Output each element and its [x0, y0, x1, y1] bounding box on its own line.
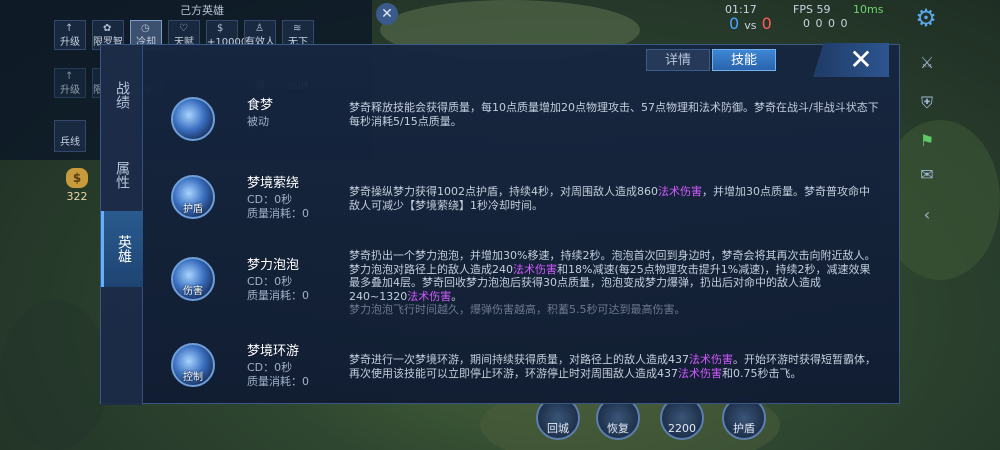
blue-score: 0: [729, 14, 740, 33]
heart-icon: ♡: [179, 23, 188, 34]
chevron-left-icon[interactable]: ‹: [916, 204, 938, 226]
skill-description: 梦奇操纵梦力获得1002点护盾，持续4秒，对周围敌人造成860法术伤害，并增加3…: [349, 185, 870, 212]
arrow-up-icon: ↑: [65, 71, 74, 82]
skill-meta: 梦境环游 CD：0秒 质量消耗：0: [247, 343, 347, 389]
person-icon: ♙: [255, 23, 264, 34]
tab-details[interactable]: 详情: [646, 49, 710, 71]
tab-attributes[interactable]: 属性: [101, 145, 143, 205]
hero-stats-title: 己方英雄: [180, 4, 224, 17]
red-score: 0: [761, 14, 772, 33]
skill-description: 梦奇进行一次梦境环游，期间持续获得质量，对路径上的敌人造成437法术伤害。开始环…: [349, 353, 876, 380]
ping-display: 10ms: [853, 3, 884, 16]
match-status-bar: 01:17 FPS 59 10ms 0 vs 0 0 0 0 0: [725, 0, 925, 34]
close-panel-button[interactable]: ✕: [813, 43, 889, 77]
magic-damage-highlight: 法术伤害: [689, 353, 733, 366]
skill-name: 食梦: [247, 98, 274, 113]
skill-type: 被动: [247, 115, 269, 128]
minion-wave-button[interactable]: 兵线: [54, 120, 86, 152]
skill-tag: 护盾: [183, 204, 203, 215]
skill-name: 梦境萦绕: [247, 176, 300, 191]
skill-name: 梦境环游: [247, 344, 300, 359]
magic-damage-highlight: 法术伤害: [658, 185, 702, 198]
hero-detail-panel: 战绩 属性 英雄 详情 技能 ✕ 食梦 被动 梦奇释放技能会获得质量，每10点质…: [100, 43, 900, 405]
hud-tab-upgrade[interactable]: ↑ 升级: [54, 20, 86, 50]
skill-meta: 梦力泡泡 CD：0秒 质量消耗：0: [247, 257, 347, 303]
skill-meta: 梦境萦绕 CD：0秒 质量消耗：0: [247, 175, 347, 221]
skill-description: 梦奇扔出一个梦力泡泡，并增加30%移速，持续2秒。泡泡首次回到身边时，梦奇会将其…: [349, 249, 876, 316]
skill-note: 梦力泡泡飞行时间越久，爆弹伤害越高，积蓄5.5秒可达到最高伤害。: [349, 303, 686, 316]
coin-icon: $: [217, 23, 224, 34]
skill-cost: 质量消耗：0: [247, 289, 309, 302]
magic-damage-highlight: 法术伤害: [513, 262, 557, 276]
score-vs: vs: [744, 19, 757, 32]
skill-3-icon: 控制: [171, 343, 215, 387]
skill-passive-icon: [171, 97, 215, 141]
settings-gear-icon[interactable]: ⚙: [913, 5, 939, 31]
skill-2-icon: 伤害: [171, 257, 215, 301]
chat-icon[interactable]: ✉: [916, 164, 938, 186]
skill-cost: 质量消耗：0: [247, 375, 309, 388]
skill-description: 梦奇释放技能会获得质量，每10点质量增加20点物理攻击、57点物理和法术防御。梦…: [349, 101, 879, 128]
clock-icon: ◷: [141, 23, 150, 34]
tab-hero[interactable]: 英雄: [101, 211, 143, 287]
gold-value: 322: [66, 190, 88, 203]
side-tab-bar: 战绩 属性 英雄: [101, 45, 143, 405]
skill-meta: 食梦 被动: [247, 97, 347, 129]
detail-tab-bar: 详情 技能: [646, 49, 778, 71]
wind-icon: ≋: [293, 23, 302, 34]
skill-name: 梦力泡泡: [247, 258, 300, 273]
money-bag-icon: $: [66, 168, 88, 188]
skill-tag: 控制: [183, 372, 203, 383]
tab-stats[interactable]: 战绩: [101, 65, 143, 125]
skill-cd: CD：0秒: [247, 275, 293, 288]
kda-display: 0 0 0 0: [803, 17, 849, 30]
skill-tag: 伤害: [183, 286, 203, 297]
flag-icon[interactable]: ⚑: [916, 130, 938, 152]
skill-1-icon: 护盾: [171, 175, 215, 219]
magic-damage-highlight: 法术伤害: [678, 366, 722, 380]
sword-icon[interactable]: ⚔: [916, 52, 938, 74]
skill-cd: CD：0秒: [247, 361, 293, 374]
magic-damage-highlight: 法术伤害: [407, 289, 452, 303]
close-icon[interactable]: ✕: [376, 3, 398, 25]
map-scenery: [0, 300, 110, 450]
team-score: 0 vs 0: [729, 14, 772, 33]
fps-counter: FPS 59: [793, 3, 831, 16]
shield-icon[interactable]: ⛨: [916, 92, 938, 114]
gold-display[interactable]: $ 322: [62, 168, 92, 203]
skill-cost: 质量消耗：0: [247, 207, 309, 220]
skill-cd: CD：0秒: [247, 193, 293, 206]
tab-skills[interactable]: 技能: [712, 49, 776, 71]
gear-small-icon: ✿: [103, 23, 112, 34]
arrow-up-icon: ↑: [65, 23, 74, 34]
hud-tab-upgrade-2[interactable]: ↑ 升级: [54, 68, 86, 98]
